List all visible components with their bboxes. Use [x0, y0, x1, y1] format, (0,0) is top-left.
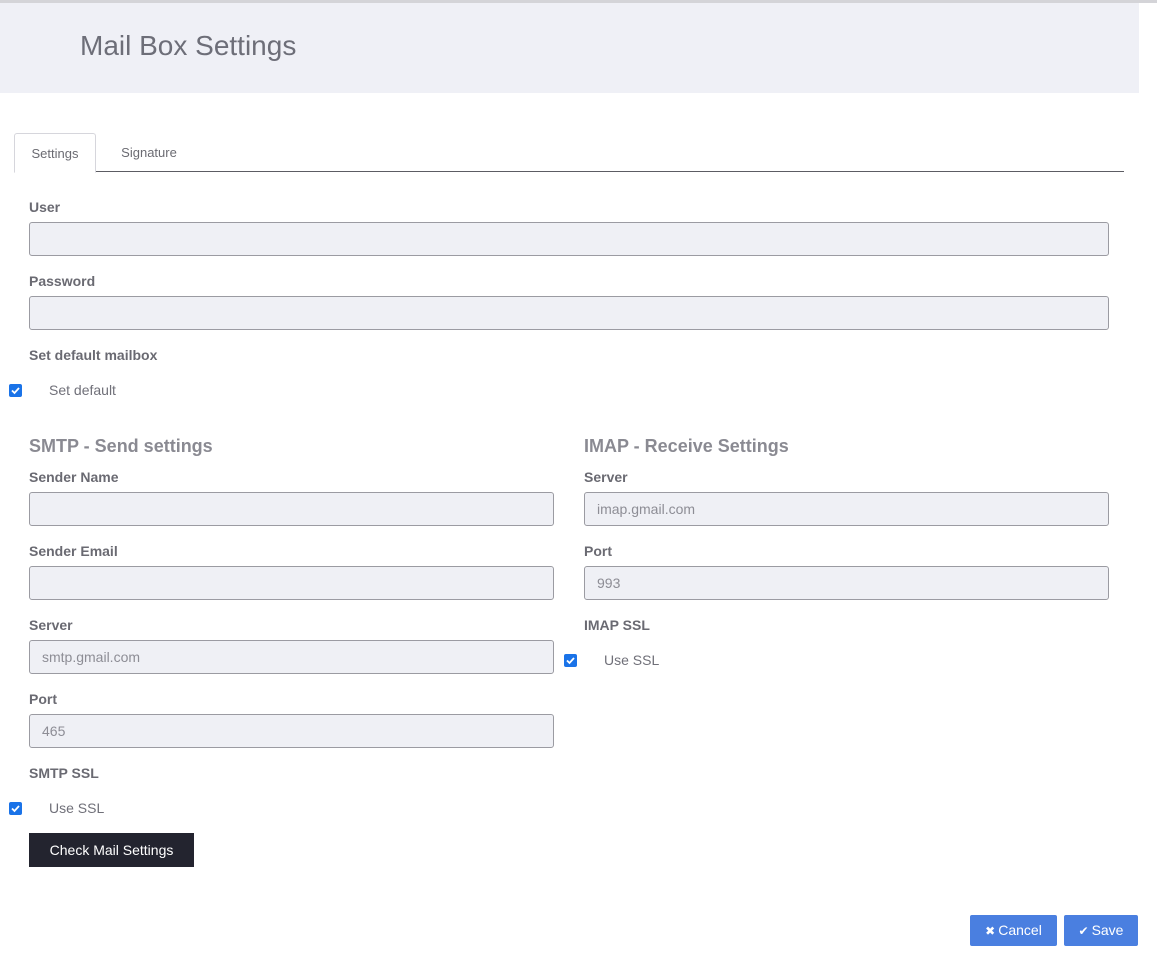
smtp-ssl-checkbox-label: Use SSL: [49, 800, 105, 816]
smtp-port-input[interactable]: 465: [29, 714, 554, 748]
imap-ssl-checkbox[interactable]: [564, 654, 577, 667]
sender-email-label: Sender Email: [29, 543, 118, 559]
smtp-server-label: Server: [29, 617, 73, 633]
checkmark-icon: [11, 387, 20, 395]
imap-server-label: Server: [584, 469, 628, 485]
imap-section-title: IMAP - Receive Settings: [584, 436, 789, 456]
close-icon: ✖: [985, 924, 996, 938]
default-mailbox-label: Set default mailbox: [29, 347, 158, 363]
checkmark-icon: [11, 805, 20, 813]
page-header: Mail Box Settings: [0, 3, 1139, 93]
set-default-checkbox-label: Set default: [49, 382, 116, 398]
user-input[interactable]: [29, 222, 1109, 256]
imap-server-input[interactable]: imap.gmail.com: [584, 492, 1109, 526]
tab-signature[interactable]: Signature: [110, 133, 188, 172]
checkmark-icon: ✔: [1078, 924, 1089, 938]
imap-port-label: Port: [584, 543, 612, 559]
cancel-button-label: Cancel: [998, 922, 1042, 938]
set-default-checkbox[interactable]: [9, 384, 22, 397]
tab-settings[interactable]: Settings: [14, 133, 96, 173]
password-input[interactable]: [29, 296, 1109, 330]
sender-name-label: Sender Name: [29, 469, 119, 485]
smtp-port-label: Port: [29, 691, 57, 707]
imap-ssl-checkbox-label: Use SSL: [604, 652, 660, 668]
tab-bar: Settings Signature: [14, 133, 1124, 173]
save-button-label: Save: [1091, 922, 1124, 938]
cancel-button[interactable]: ✖ Cancel: [970, 915, 1057, 946]
checkmark-icon: [566, 657, 575, 665]
smtp-ssl-checkbox[interactable]: [9, 802, 22, 815]
imap-ssl-label: IMAP SSL: [584, 617, 650, 633]
sender-email-input[interactable]: [29, 566, 554, 600]
smtp-server-input[interactable]: smtp.gmail.com: [29, 640, 554, 674]
sender-name-input[interactable]: [29, 492, 554, 526]
user-label: User: [29, 199, 61, 215]
smtp-section-title: SMTP - Send settings: [29, 436, 213, 456]
save-button[interactable]: ✔ Save: [1064, 915, 1138, 946]
imap-port-input[interactable]: 993: [584, 566, 1109, 600]
check-mail-settings-button[interactable]: Check Mail Settings: [29, 833, 194, 867]
smtp-ssl-label: SMTP SSL: [29, 765, 99, 781]
password-label: Password: [29, 273, 96, 289]
page-title: Mail Box Settings: [80, 30, 297, 61]
